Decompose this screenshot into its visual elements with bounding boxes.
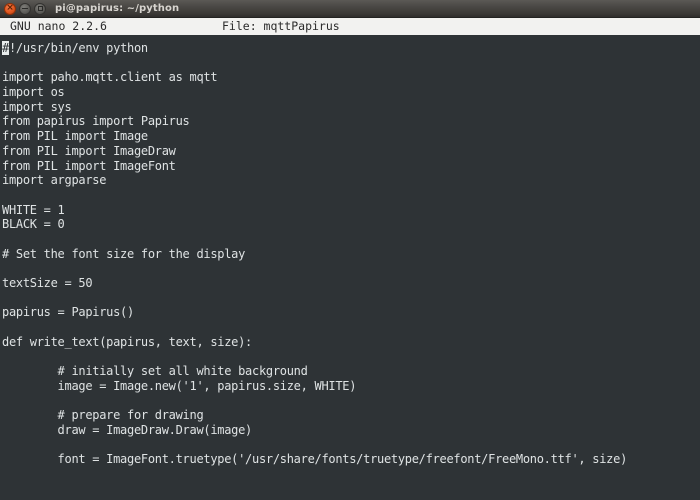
editor-line[interactable]: font = ImageFont.truetype('/usr/share/fo… [2, 452, 700, 467]
window-titlebar[interactable]: × pi@papirus: ~/python [0, 0, 700, 18]
editor-line[interactable]: papirus = Papirus() [2, 305, 700, 320]
window-controls: × [0, 2, 46, 15]
editor-line[interactable]: from PIL import ImageDraw [2, 144, 700, 159]
editor-line[interactable] [2, 394, 700, 409]
minimize-icon [22, 8, 28, 9]
editor-line[interactable] [2, 349, 700, 364]
editor-line[interactable] [2, 291, 700, 306]
close-icon: × [6, 2, 14, 13]
terminal-window: × pi@papirus: ~/python GNU nano 2.2.6 Fi… [0, 0, 700, 500]
editor-line[interactable]: import argparse [2, 173, 700, 188]
nano-header-bar: GNU nano 2.2.6 File: mqttPapirus [0, 18, 700, 35]
maximize-icon [37, 6, 43, 11]
close-button[interactable]: × [4, 2, 16, 15]
maximize-button[interactable] [34, 2, 46, 15]
editor-line[interactable]: from PIL import Image [2, 129, 700, 144]
nano-file-label: File: mqttPapirus [222, 19, 340, 33]
nano-version-label: GNU nano 2.2.6 [10, 19, 107, 33]
editor-line[interactable] [2, 482, 700, 497]
editor-line[interactable]: # initially set all white background [2, 364, 700, 379]
editor-line[interactable]: image = Image.new('1', papirus.size, WHI… [2, 379, 700, 394]
editor-line[interactable] [2, 438, 700, 453]
editor-line[interactable] [2, 56, 700, 71]
editor-line[interactable]: import paho.mqtt.client as mqtt [2, 70, 700, 85]
minimize-button[interactable] [19, 2, 31, 15]
editor-line[interactable]: def write_text(papirus, text, size): [2, 335, 700, 350]
editor-line[interactable] [2, 261, 700, 276]
editor-line[interactable]: # Set the font size for the display [2, 247, 700, 262]
editor-line[interactable]: import sys [2, 100, 700, 115]
editor-line[interactable]: from papirus import Papirus [2, 114, 700, 129]
editor-line[interactable] [2, 188, 700, 203]
window-title: pi@papirus: ~/python [55, 3, 180, 14]
editor-line[interactable]: # prepare for drawing [2, 408, 700, 423]
editor-line[interactable] [2, 320, 700, 335]
editor-line[interactable]: BLACK = 0 [2, 217, 700, 232]
editor-line[interactable]: #!/usr/bin/env python [2, 41, 700, 56]
editor-line[interactable]: import os [2, 85, 700, 100]
editor-line[interactable]: textSize = 50 [2, 276, 700, 291]
editor-line[interactable]: from PIL import ImageFont [2, 159, 700, 174]
editor-line[interactable]: WHITE = 1 [2, 203, 700, 218]
editor-line[interactable] [2, 232, 700, 247]
editor-line[interactable] [2, 467, 700, 482]
nano-editor-buffer[interactable]: #!/usr/bin/env python import paho.mqtt.c… [0, 35, 700, 500]
text-cursor: # [2, 41, 9, 55]
editor-line[interactable]: draw = ImageDraw.Draw(image) [2, 423, 700, 438]
